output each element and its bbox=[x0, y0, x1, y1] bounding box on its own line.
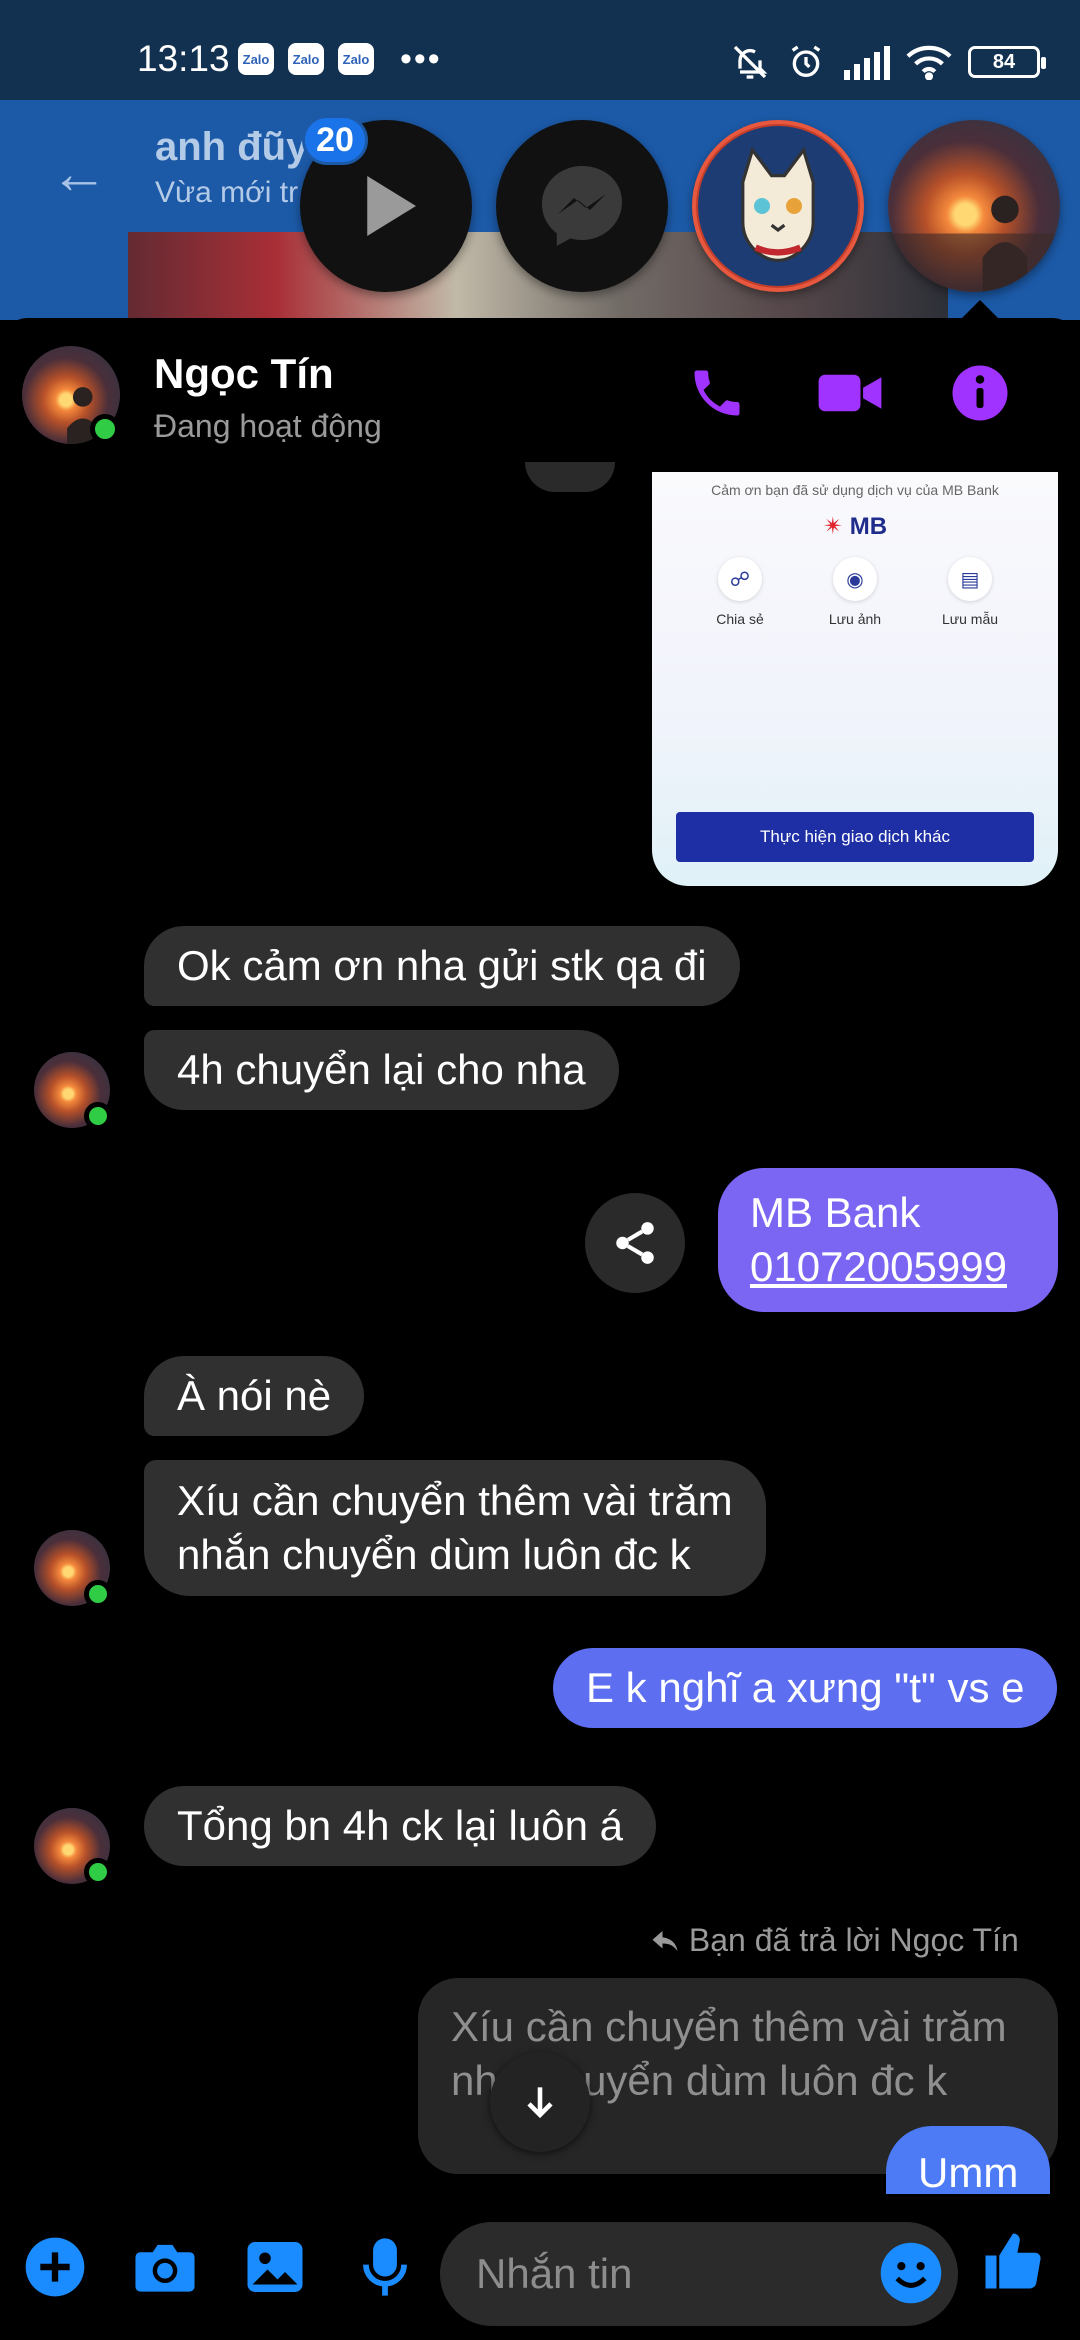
incoming-message[interactable]: À nói nè bbox=[144, 1356, 365, 1436]
more-actions-button[interactable] bbox=[20, 2232, 90, 2302]
call-button[interactable] bbox=[682, 358, 752, 428]
gallery-button[interactable] bbox=[240, 2232, 310, 2302]
emoji-icon[interactable] bbox=[878, 2240, 944, 2306]
camera-icon: ◉ bbox=[833, 557, 877, 601]
contact-status: Đang hoạt động bbox=[154, 408, 382, 444]
wifi-icon bbox=[906, 45, 952, 80]
person-silhouette-icon bbox=[888, 195, 1060, 292]
status-time: 13:13 bbox=[137, 38, 230, 79]
unread-badge: 20 bbox=[302, 115, 368, 165]
info-icon bbox=[952, 365, 1008, 421]
more-notifications-icon: ••• bbox=[400, 40, 442, 78]
background-subtitle: Vừa mới tr bbox=[155, 176, 299, 209]
arrow-down-icon bbox=[527, 2087, 553, 2119]
zalo-notification-icon: Zalo bbox=[338, 43, 374, 75]
mb-star-icon: ✴ bbox=[822, 513, 844, 540]
reply-label: Bạn đã trả lời Ngọc Tín bbox=[650, 1922, 1019, 1959]
online-indicator bbox=[90, 414, 120, 444]
share-icon bbox=[616, 1222, 654, 1264]
outgoing-message-clip: Umm bbox=[886, 2126, 1058, 2194]
battery-indicator: 84 bbox=[968, 46, 1046, 78]
reply-arrow-icon bbox=[652, 1931, 678, 1951]
like-button[interactable] bbox=[978, 2226, 1048, 2296]
bank-name: MB Bank bbox=[750, 1189, 921, 1236]
share-action: ☍ Chia sẻ bbox=[690, 557, 790, 627]
outgoing-message[interactable]: Umm bbox=[886, 2126, 1051, 2194]
share-button[interactable] bbox=[585, 1193, 685, 1293]
messenger-icon bbox=[542, 166, 622, 246]
camera-icon bbox=[135, 2244, 195, 2292]
online-indicator bbox=[84, 1102, 112, 1130]
phone-icon bbox=[694, 370, 740, 416]
mb-logo: ✴ MB bbox=[822, 513, 888, 540]
image-icon bbox=[247, 2242, 303, 2292]
incoming-message[interactable]: Ok cảm ơn nha gửi stk qa đi bbox=[144, 926, 740, 1006]
status-bar: 13:13 Zalo Zalo Zalo ••• 84 bbox=[0, 0, 1080, 100]
outgoing-message[interactable]: MB Bank 01072005999 bbox=[718, 1168, 1058, 1312]
zalo-notification-icon: Zalo bbox=[288, 43, 324, 75]
new-transaction-button: Thực hiện giao dịch khác bbox=[676, 812, 1034, 862]
info-button[interactable] bbox=[945, 358, 1015, 428]
camera-button[interactable] bbox=[130, 2232, 200, 2302]
cat-chat-head[interactable] bbox=[692, 120, 864, 292]
save-image-action: ◉ Lưu ảnh bbox=[805, 557, 905, 627]
alarm-icon bbox=[791, 45, 821, 77]
voice-button[interactable] bbox=[350, 2232, 420, 2302]
account-number-link[interactable]: 01072005999 bbox=[750, 1240, 1026, 1294]
image-message[interactable]: Cảm ơn bạn đã sử dụng dịch vụ của MB Ban… bbox=[652, 472, 1058, 886]
outgoing-message[interactable]: E k nghĩ a xưng "t" vs e bbox=[553, 1648, 1058, 1728]
zalo-notification-icon: Zalo bbox=[238, 43, 274, 75]
scroll-to-bottom-button[interactable] bbox=[490, 2052, 590, 2152]
thumbs-up-icon bbox=[985, 2233, 1041, 2289]
ngoc-tin-chat-head[interactable] bbox=[888, 120, 1060, 292]
incoming-message[interactable]: Xíu cần chuyển thêm vài trăm nhắn chuyển… bbox=[144, 1460, 766, 1596]
play-icon bbox=[367, 176, 416, 236]
incoming-message[interactable]: Tổng bn 4h ck lại luôn á bbox=[144, 1786, 656, 1866]
incoming-message[interactable]: 4h chuyển lại cho nha bbox=[144, 1030, 619, 1110]
status-right: 84 bbox=[730, 40, 1046, 84]
chat-head-pointer bbox=[960, 300, 1000, 320]
document-icon: ▤ bbox=[948, 557, 992, 601]
cat-avatar-icon bbox=[698, 126, 858, 286]
messenger-chat-head[interactable] bbox=[496, 120, 668, 292]
online-indicator bbox=[84, 1580, 112, 1608]
signal-icon bbox=[844, 46, 890, 80]
video-call-button[interactable] bbox=[815, 358, 885, 428]
plus-icon bbox=[25, 2237, 85, 2297]
save-template-action: ▤ Lưu mẫu bbox=[920, 557, 1020, 627]
image-caption: Cảm ơn bạn đã sử dụng dịch vụ của MB Ban… bbox=[711, 482, 999, 498]
video-camera-icon bbox=[818, 374, 882, 412]
contact-name[interactable]: Ngọc Tín bbox=[154, 350, 334, 398]
back-arrow-icon: ← bbox=[50, 141, 108, 206]
bell-muted-icon bbox=[733, 45, 768, 79]
online-indicator bbox=[84, 1858, 112, 1886]
share-icon: ☍ bbox=[718, 557, 762, 601]
microphone-icon bbox=[363, 2238, 407, 2296]
